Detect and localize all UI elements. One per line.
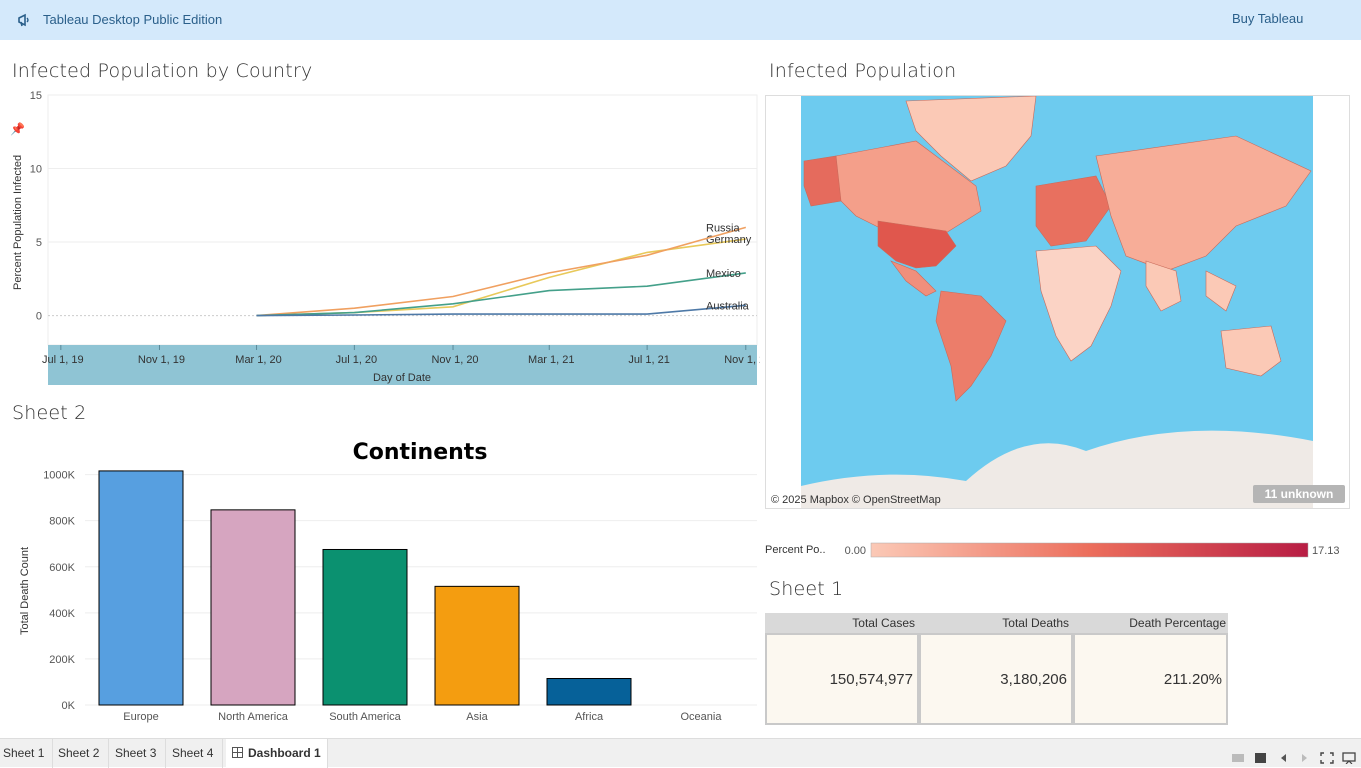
x-tick-label: Jul 1, 19 <box>42 354 84 366</box>
tab-dashboard-label: Dashboard 1 <box>248 746 321 760</box>
x-tick-label: Nov 1, 19 <box>138 354 185 366</box>
bar-north-america <box>210 509 296 706</box>
line-plot-area <box>47 94 758 346</box>
x-axis-label: Day of Date <box>373 372 431 384</box>
kpi-header-percentage: Death Percentage <box>1129 616 1226 630</box>
kpi-cell-deaths[interactable]: 3,180,206 <box>919 633 1073 725</box>
app-title: Tableau Desktop Public Edition <box>43 12 223 27</box>
tab-sheet-1[interactable]: Sheet 1 <box>0 739 53 768</box>
bar-chart[interactable]: Continents 0K 200K 400K 600K 800K 1000K Total D… <box>0 430 760 735</box>
prev-icon[interactable] <box>1278 749 1290 762</box>
legend-max: 17.13 <box>1312 545 1340 557</box>
fullscreen-icon[interactable] <box>1320 749 1334 764</box>
y-tick-label: 800K <box>49 516 75 528</box>
category-label: Europe <box>123 711 158 723</box>
x-tick-label: Mar 1, 20 <box>235 354 281 366</box>
map-title: Infected Population <box>769 60 957 82</box>
tab-sheet-2[interactable]: Sheet 2 <box>55 739 109 768</box>
sheet1-title: Sheet 1 <box>769 578 844 600</box>
y-tick-label: 15 <box>30 90 42 102</box>
kpi-header-cases: Total Cases <box>852 616 915 630</box>
y-tick-label: 10 <box>30 164 42 176</box>
line-chart-title: Infected Population by Country <box>12 60 313 82</box>
grid-view-icon[interactable] <box>1232 749 1244 762</box>
y-tick-label: 200K <box>49 654 75 666</box>
tab-sheet-3[interactable]: Sheet 3 <box>112 739 166 768</box>
present-icon[interactable] <box>1342 749 1356 765</box>
y-tick-label: 600K <box>49 562 75 574</box>
kpi-header-row: Total Cases Total Deaths Death Percentag… <box>765 613 1228 633</box>
legend-gradient <box>870 542 1309 558</box>
next-icon[interactable] <box>1298 749 1310 762</box>
series-label: Australia <box>706 300 750 312</box>
category-label: North America <box>218 711 289 723</box>
y-axis-label: Total Death Count <box>19 547 31 635</box>
x-tick-label: Jul 1, 21 <box>628 354 670 366</box>
line-chart[interactable]: 0 5 10 15 Percent Population Infected 📌 Jul 1,… <box>0 90 760 390</box>
bar-chart-title: Continents <box>353 440 488 465</box>
alaska-region <box>803 155 842 207</box>
category-label: Oceania <box>681 711 723 723</box>
unknown-badge[interactable]: 11 unknown <box>1265 487 1334 501</box>
series-label: Russia <box>706 222 741 234</box>
kpi-header-deaths: Total Deaths <box>1002 616 1069 630</box>
y-tick-label: 0 <box>36 311 42 323</box>
y-tick-label: 400K <box>49 608 75 620</box>
filmstrip-icon[interactable] <box>1255 749 1267 763</box>
x-tick-label: Nov 1, 20 <box>431 354 478 366</box>
buy-tableau-link[interactable]: Buy Tableau <box>1232 11 1303 26</box>
bar-africa <box>546 678 632 706</box>
megaphone-icon <box>18 13 29 27</box>
x-tick-label: Nov 1, 21 <box>724 354 760 366</box>
map-canvas: © 2025 Mapbox © OpenStreetMap 11 unknown <box>766 96 1349 508</box>
kpi-value-percentage: 211.20% <box>1163 671 1222 688</box>
kpi-cell-percentage[interactable]: 211.20% <box>1073 633 1228 725</box>
dashboard-icon <box>232 747 243 758</box>
map-attribution: © 2025 Mapbox © OpenStreetMap <box>771 494 941 506</box>
bar-asia <box>434 585 520 706</box>
kpi-value-deaths: 3,180,206 <box>1000 671 1067 688</box>
x-tick-label: Mar 1, 21 <box>528 354 574 366</box>
color-legend: Percent Po.. 0.00 17.13 <box>765 540 1355 560</box>
category-label: Africa <box>575 711 604 723</box>
legend-label: Percent Po.. <box>765 544 826 556</box>
world-map[interactable]: © 2025 Mapbox © OpenStreetMap 11 unknown <box>765 95 1350 509</box>
category-label: South America <box>329 711 401 723</box>
y-tick-label: 1000K <box>43 470 75 482</box>
bar-europe <box>98 470 184 706</box>
sheet2-title: Sheet 2 <box>12 402 87 424</box>
y-tick-label: 5 <box>36 237 42 249</box>
series-label: Mexico <box>706 268 741 280</box>
top-bar: Tableau Desktop Public Edition Buy Table… <box>0 0 1361 40</box>
kpi-cell-cases[interactable]: 150,574,977 <box>765 633 919 725</box>
legend-min: 0.00 <box>845 545 866 557</box>
y-tick-label: 0K <box>62 700 76 712</box>
sheet-tab-bar: Sheet 1 Sheet 2 Sheet 3 Sheet 4 Dashboar… <box>0 738 1361 768</box>
y-axis-label: Percent Population Infected <box>12 155 24 290</box>
x-tick-label: Jul 1, 20 <box>336 354 378 366</box>
bar-south-america <box>322 548 408 706</box>
pin-icon: 📌 <box>10 121 25 136</box>
kpi-value-cases: 150,574,977 <box>829 671 913 688</box>
category-label: Asia <box>466 711 488 723</box>
kpi-table: Total Cases Total Deaths Death Percentag… <box>765 613 1228 725</box>
tab-sheet-4[interactable]: Sheet 4 <box>169 739 223 768</box>
tab-dashboard-1[interactable]: Dashboard 1 <box>226 739 328 768</box>
